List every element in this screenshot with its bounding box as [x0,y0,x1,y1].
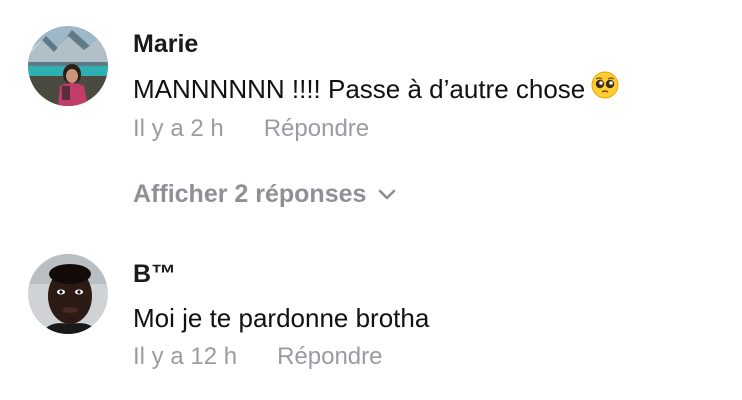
comment-timestamp: Il y a 2 h [133,115,224,142]
comment-username[interactable]: B™ [133,260,176,289]
avatar-photo [28,254,108,334]
show-replies-button[interactable]: Afficher 2 réponses [133,180,396,209]
comment-username[interactable]: Marie [133,30,198,59]
chevron-down-icon [378,179,396,208]
pleading-face-icon [591,71,619,106]
show-replies-label: Afficher 2 réponses [133,180,367,208]
avatar[interactable] [28,254,108,334]
comment-meta: Il y a 2 h Répondre [133,115,369,143]
reply-button[interactable]: Répondre [264,115,369,143]
comment-meta: Il y a 12 h Répondre [133,343,382,371]
comment-text-content: MANNNNNN !!!! Passe à d’autre chose [133,74,586,104]
comment-text: MANNNNNN !!!! Passe à d’autre chose [133,71,619,106]
comment-text: Moi je te pardonne brotha [133,303,430,333]
avatar-photo [28,26,108,106]
avatar[interactable] [28,26,108,106]
reply-button[interactable]: Répondre [277,343,382,371]
comment-timestamp: Il y a 12 h [133,343,238,370]
